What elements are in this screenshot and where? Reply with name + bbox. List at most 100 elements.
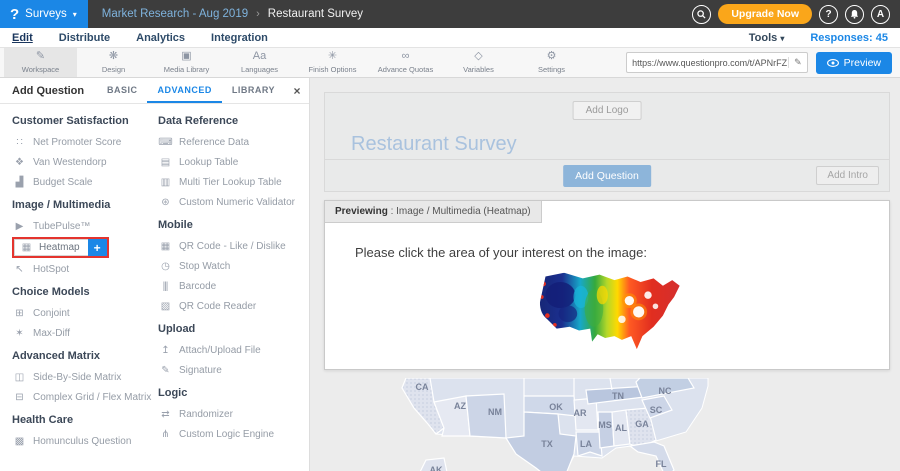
question-type-signature[interactable]: ✎ Signature — [158, 360, 308, 380]
help-button[interactable]: ? — [819, 5, 838, 24]
chain-links-icon: ∞ — [402, 51, 410, 63]
add-heatmap-button[interactable]: + — [88, 239, 107, 256]
question-type-qr-code-reader[interactable]: ▧ QR Code Reader — [158, 296, 308, 316]
question-type-homunculus[interactable]: ▩ Homunculus Question — [12, 431, 158, 451]
toolbar-media-library[interactable]: ▣ Media Library — [150, 48, 223, 77]
edit-url-icon[interactable]: ✎ — [788, 57, 802, 68]
workspace-icon: ✎ — [36, 51, 45, 63]
section-data-reference: Data Reference — [158, 115, 308, 127]
close-panel-button[interactable]: × — [285, 78, 309, 103]
survey-header-actions: Add Question Add Intro — [325, 159, 889, 191]
nav-tab-distribute[interactable]: Distribute — [59, 32, 110, 44]
question-type-tubepulse[interactable]: ▶ TubePulse™ — [12, 216, 158, 236]
toolbar-workspace[interactable]: ✎ Workspace — [4, 48, 77, 77]
add-intro-button[interactable]: Add Intro — [816, 166, 879, 185]
breadcrumb-project[interactable]: Market Research - Aug 2019 — [102, 8, 248, 20]
branch-icon: ⋔ — [158, 429, 172, 440]
shuffle-icon: ⇄ — [158, 409, 172, 420]
breadcrumb-survey: Restaurant Survey — [268, 8, 363, 20]
section-customer-satisfaction: Customer Satisfaction — [12, 115, 158, 127]
edit-toolbar: ✎ Workspace ❋ Design ▣ Media Library Aa … — [0, 48, 900, 78]
responses-link[interactable]: Responses: 45 — [810, 32, 888, 44]
question-type-van-westendorp[interactable]: ❖ Van Westendorp — [12, 152, 158, 172]
question-type-heatmap-highlighted[interactable]: ▦ Heatmap + — [12, 237, 109, 258]
upgrade-now-button[interactable]: Upgrade Now — [718, 4, 812, 24]
state-label-nc: NC — [659, 386, 672, 396]
notifications-button[interactable] — [845, 5, 864, 24]
section-logic: Logic — [158, 387, 308, 399]
state-label-tn: TN — [612, 391, 624, 401]
grid-cards-icon: ⊞ — [12, 308, 26, 319]
state-label-la: LA — [580, 439, 592, 449]
state-label-az: AZ — [454, 401, 466, 411]
toolbar-advance-quotas[interactable]: ∞ Advance Quotas — [369, 48, 442, 77]
question-mark-icon: ? — [825, 9, 831, 20]
question-type-barcode[interactable]: ||| Barcode — [158, 276, 308, 296]
add-question-panel: Add Question BASIC ADVANCED LIBRARY × Cu… — [0, 78, 310, 471]
surveys-menu[interactable]: ? Surveys ▾ — [0, 0, 88, 28]
question-type-attach-upload-file[interactable]: ↥ Attach/Upload File — [158, 340, 308, 360]
survey-url-input[interactable] — [632, 58, 788, 68]
state-label-tx: TX — [541, 439, 553, 449]
breadcrumb: Market Research - Aug 2019 › Restaurant … — [102, 0, 363, 28]
section-choice-models: Choice Models — [12, 286, 158, 298]
preview-button[interactable]: Preview — [816, 52, 892, 74]
question-type-side-by-side-matrix[interactable]: ◫ Side-By-Side Matrix — [12, 367, 158, 387]
survey-nav: Edit Distribute Analytics Integration To… — [0, 28, 900, 48]
survey-title[interactable]: Restaurant Survey — [351, 133, 517, 156]
eye-icon — [827, 59, 839, 67]
question-type-budget-scale[interactable]: ▟ Budget Scale — [12, 172, 158, 192]
tab-library[interactable]: LIBRARY — [222, 78, 285, 103]
search-icon — [697, 10, 706, 19]
bar-chart-icon: ▟ — [12, 177, 26, 188]
tab-advanced[interactable]: ADVANCED — [147, 78, 221, 103]
state-label-ms: MS — [598, 420, 612, 430]
tag-icon: ◇ — [474, 51, 482, 63]
top-bar: ? Surveys ▾ Market Research - Aug 2019 ›… — [0, 0, 900, 28]
account-avatar[interactable]: A — [871, 5, 890, 24]
tab-basic[interactable]: BASIC — [97, 78, 148, 103]
question-type-conjoint[interactable]: ⊞ Conjoint — [12, 303, 158, 323]
toolbar-settings[interactable]: ⚙ Settings — [515, 48, 588, 77]
matrix-icon: ◫ — [12, 372, 26, 383]
panel-title: Add Question — [0, 78, 84, 103]
question-type-qr-like-dislike[interactable]: ▦ QR Code - Like / Dislike — [158, 236, 308, 256]
question-type-reference-data[interactable]: ⌨ Reference Data — [158, 132, 308, 152]
add-question-button[interactable]: Add Question — [563, 165, 651, 187]
tools-menu[interactable]: Tools ▾ — [749, 32, 785, 44]
question-type-net-promoter-score[interactable]: ∷ Net Promoter Score — [12, 132, 158, 152]
toolbar-finish-options[interactable]: ✳ Finish Options — [296, 48, 369, 77]
state-ms-shape — [598, 412, 614, 448]
keyboard-icon: ⌨ — [158, 137, 172, 148]
nav-tab-edit[interactable]: Edit — [12, 32, 33, 44]
nav-tab-integration[interactable]: Integration — [211, 32, 268, 44]
us-states-map-image: CA AZ NM OK AR TN NC SC MS AL GA TX LA F… — [310, 378, 900, 471]
question-type-custom-logic-engine[interactable]: ⋔ Custom Logic Engine — [158, 424, 308, 444]
question-type-randomizer[interactable]: ⇄ Randomizer — [158, 404, 308, 424]
question-type-lookup-table[interactable]: ▤ Lookup Table — [158, 152, 308, 172]
nav-tab-analytics[interactable]: Analytics — [136, 32, 185, 44]
toolbar-languages[interactable]: Aa Languages — [223, 48, 296, 77]
state-label-ar: AR — [574, 408, 587, 418]
upload-icon: ↥ — [158, 345, 172, 356]
question-type-complex-grid[interactable]: ⊟ Complex Grid / Flex Matrix — [12, 387, 158, 407]
question-type-custom-numeric-validator[interactable]: ⊛ Custom Numeric Validator — [158, 192, 308, 212]
body-map-icon: ▩ — [12, 436, 26, 447]
add-logo-button[interactable]: Add Logo — [573, 101, 642, 120]
search-button[interactable] — [692, 5, 711, 24]
question-type-hotspot[interactable]: ↖ HotSpot — [12, 259, 158, 279]
state-label-sc: SC — [650, 405, 663, 415]
price-tag-icon: ❖ — [12, 157, 26, 168]
state-fl-shape — [630, 442, 674, 471]
chevron-down-icon: ▾ — [73, 10, 77, 19]
table-icon: ▤ — [158, 157, 172, 168]
question-type-multi-tier-lookup[interactable]: ▥ Multi Tier Lookup Table — [158, 172, 308, 192]
section-upload: Upload — [158, 323, 308, 335]
heatmap-question-image[interactable] — [532, 269, 682, 351]
section-advanced-matrix: Advanced Matrix — [12, 350, 158, 362]
question-type-max-diff[interactable]: ✶ Max-Diff — [12, 323, 158, 343]
question-type-stop-watch[interactable]: ◷ Stop Watch — [158, 256, 308, 276]
signature-icon: ✎ — [158, 365, 172, 376]
toolbar-design[interactable]: ❋ Design — [77, 48, 150, 77]
toolbar-variables[interactable]: ◇ Variables — [442, 48, 515, 77]
